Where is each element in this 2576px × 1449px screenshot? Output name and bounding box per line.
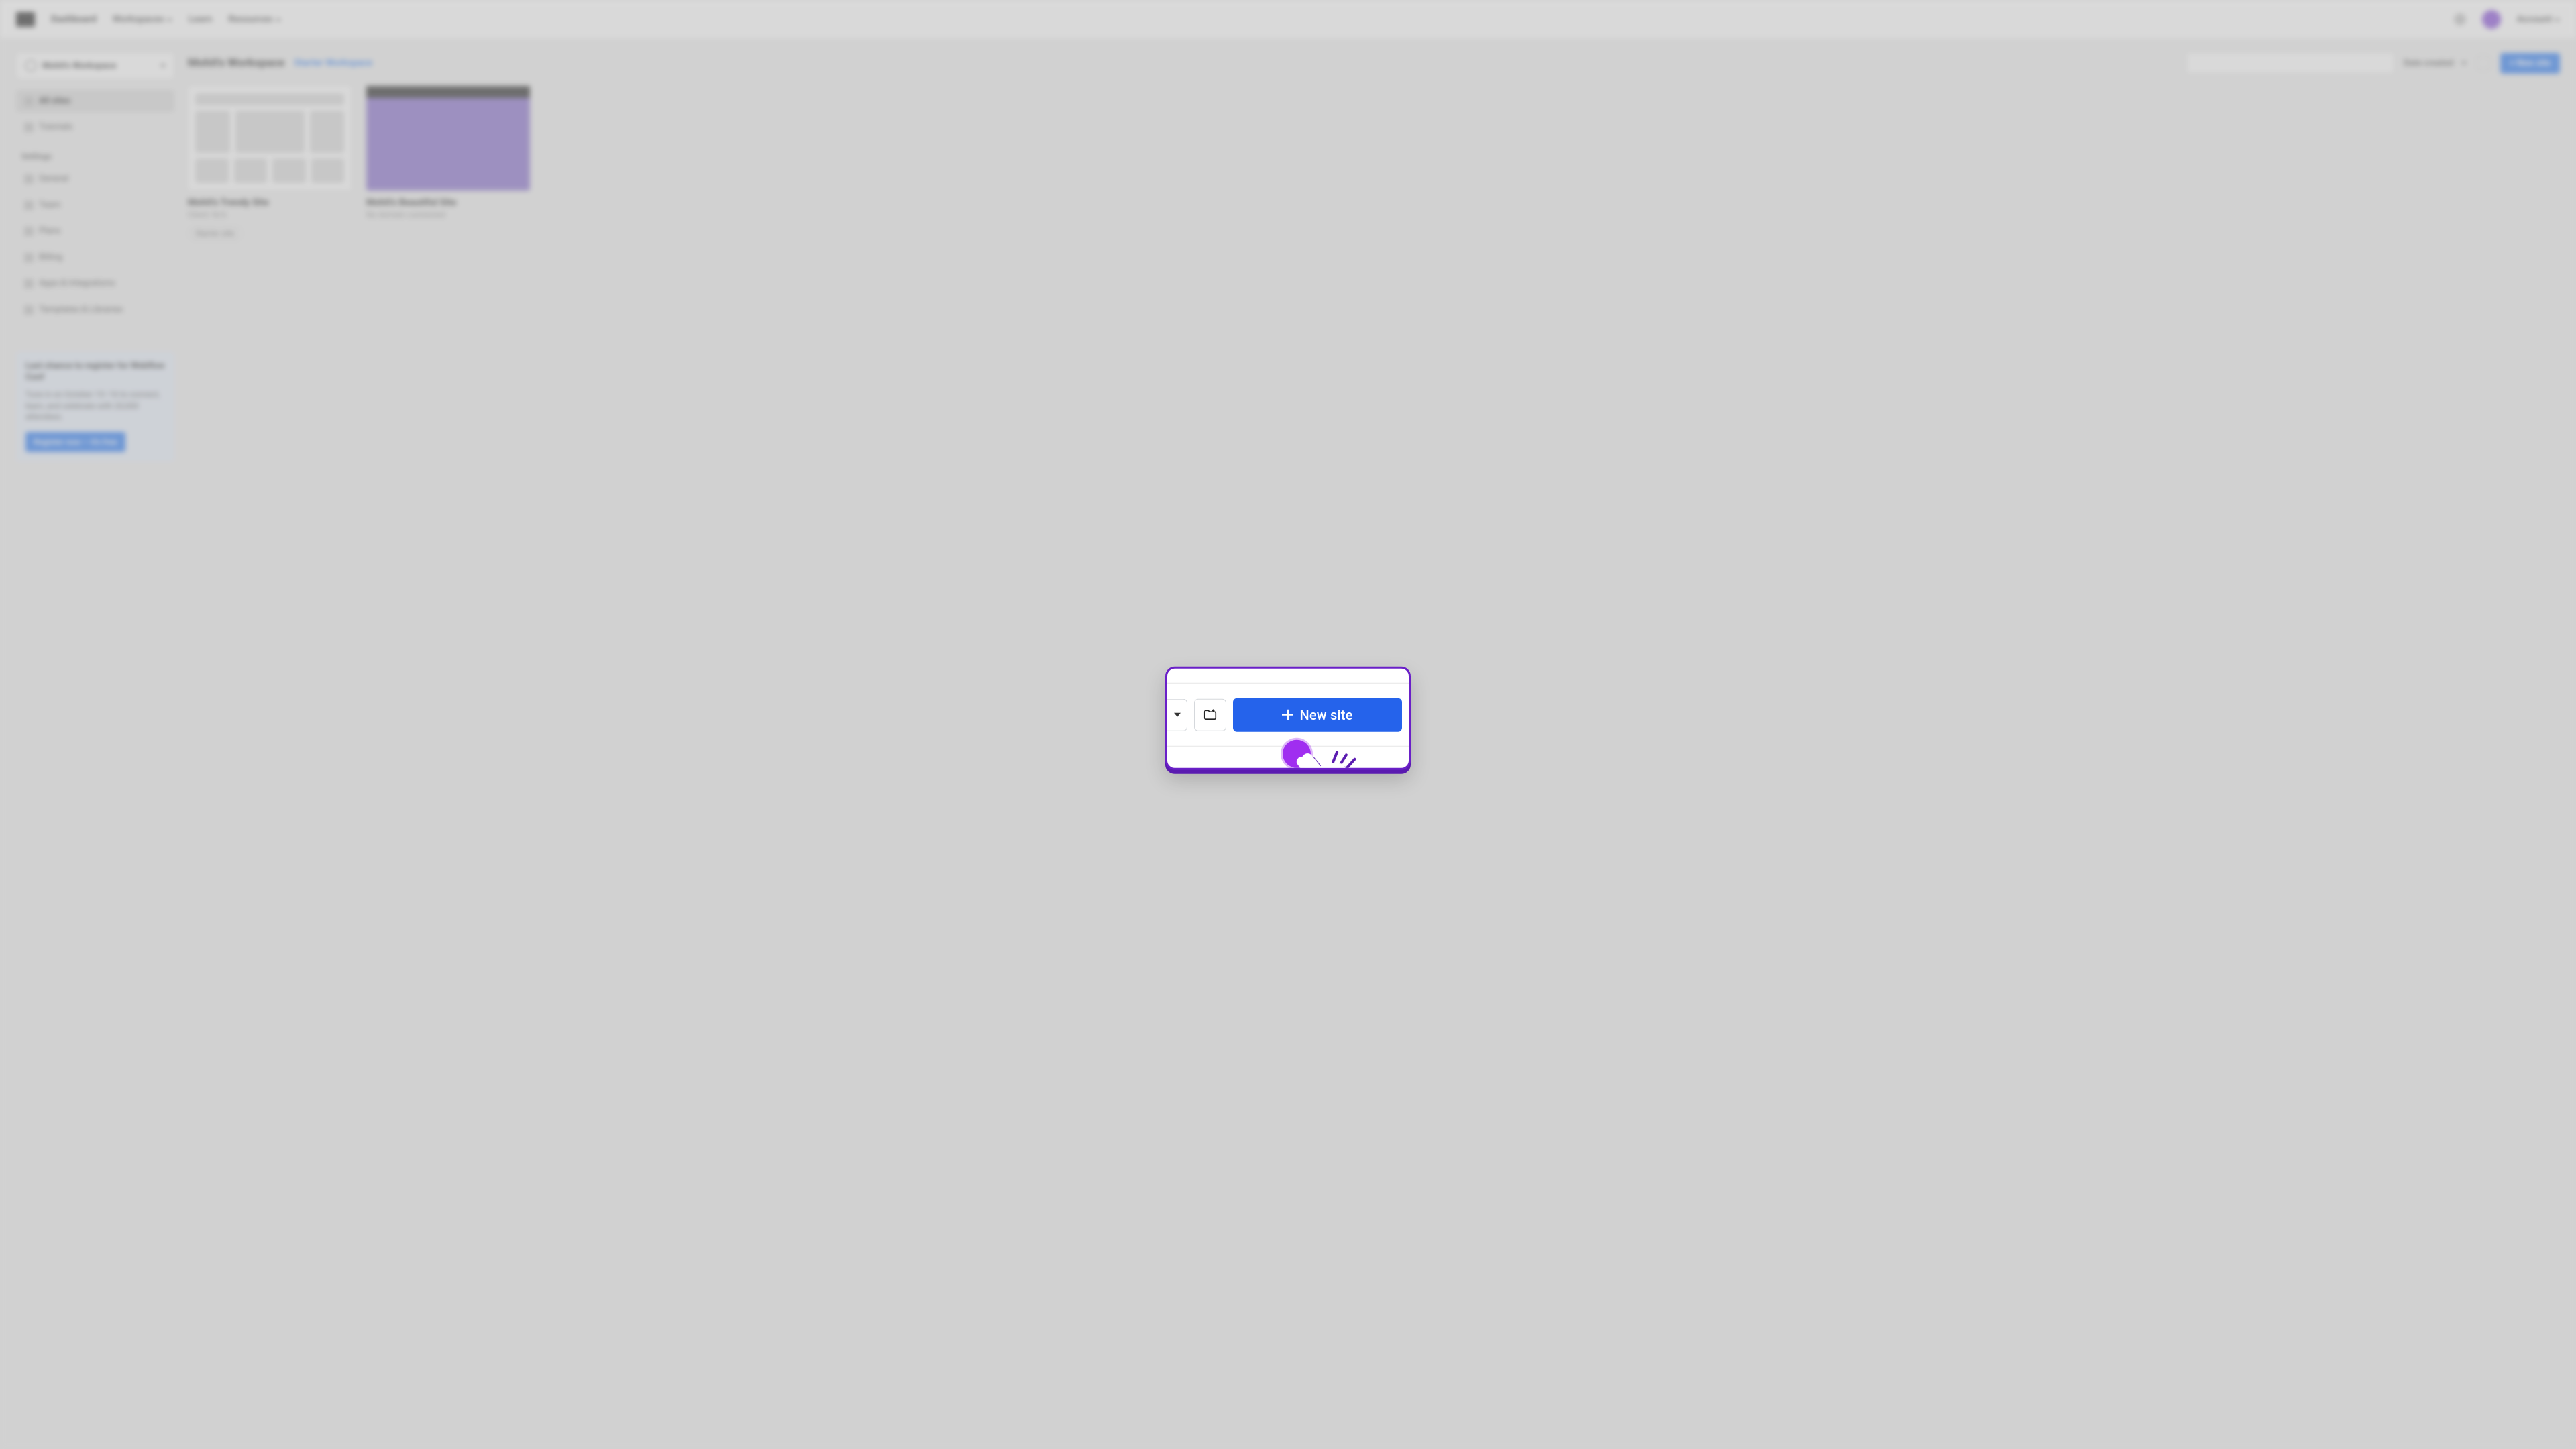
- new-site-label: New site: [1299, 706, 1352, 722]
- onboarding-tooltip: New site: [1165, 667, 1411, 770]
- top-navbar: Dashboard Workspaces Learn Resources Acc…: [0, 0, 2576, 39]
- sidebar-item-billing: Billing: [16, 246, 174, 268]
- nav-dashboard: Dashboard: [51, 14, 97, 25]
- webflow-logo-icon: [16, 12, 35, 27]
- site-card: Mohit's Beautiful Site No domain connect…: [366, 86, 530, 241]
- site-title: Mohit's Beautiful Site: [366, 197, 530, 208]
- sort-selector: Date created: [2404, 58, 2467, 68]
- nav-learn: Learn: [189, 14, 212, 25]
- workspace-selector: Mohit's Workspace: [16, 52, 174, 79]
- search-input: [2186, 52, 2394, 74]
- chevron-down-icon: [2461, 62, 2467, 65]
- puzzle-icon: [24, 279, 34, 288]
- gear-icon: [24, 174, 34, 184]
- site-subtitle: No domain connected: [366, 210, 530, 219]
- workspace-tier-link: Starter Workspace: [294, 58, 372, 68]
- new-folder-icon: [2476, 56, 2491, 70]
- sidebar-item-team: Team: [16, 194, 174, 216]
- promo-cta-button: Register now — it's free: [25, 432, 125, 452]
- main-content: Mohit's Workspace Starter Workspace Date…: [188, 52, 2560, 462]
- sidebar-item-all-sites: All sites: [16, 90, 174, 112]
- card-icon: [24, 227, 34, 236]
- sidebar-item-tutorials: Tutorials: [16, 116, 174, 138]
- new-site-button: + New site: [2500, 53, 2560, 74]
- sidebar-item-templates: Templates & Libraries: [16, 299, 174, 321]
- sidebar-settings-heading: Settings: [21, 152, 174, 161]
- plus-icon: [1282, 709, 1293, 720]
- promo-heading: Last chance to register for Webflow Conf: [25, 361, 165, 384]
- workspace-avatar-icon: [25, 60, 37, 72]
- chevron-down-icon: [2555, 19, 2560, 22]
- new-folder-icon: [1203, 707, 1218, 722]
- new-folder-button[interactable]: [1194, 698, 1226, 731]
- tooltip-panel: New site: [1165, 667, 1411, 770]
- page-title: Mohit's Workspace: [188, 56, 284, 70]
- bell-icon: [2454, 13, 2466, 25]
- sidebar-item-apps: Apps & Integrations: [16, 272, 174, 294]
- chevron-down-icon: [276, 19, 281, 22]
- sidebar: Mohit's Workspace All sites Tutorials Se…: [16, 52, 174, 462]
- sidebar-item-general: General: [16, 168, 174, 190]
- chevron-down-icon: [160, 64, 166, 68]
- grid-icon: [24, 97, 34, 106]
- nav-account: Account: [2517, 14, 2560, 25]
- site-card: Mohit's Trendy Site Client: N/A Starter …: [188, 86, 352, 241]
- workspace-name: Mohit's Workspace: [42, 61, 152, 71]
- chevron-down-icon: [1174, 712, 1181, 716]
- users-icon: [24, 201, 34, 210]
- nav-resources: Resources: [228, 14, 280, 25]
- site-thumbnail: [188, 86, 352, 191]
- layers-icon: [24, 305, 34, 315]
- site-title: Mohit's Trendy Site: [188, 197, 352, 208]
- site-thumbnail: [366, 86, 530, 191]
- site-subtitle: Client: N/A: [188, 210, 352, 219]
- promo-card: Last chance to register for Webflow Conf…: [16, 352, 174, 462]
- book-icon: [24, 123, 34, 132]
- sidebar-item-plans: Plans: [16, 220, 174, 242]
- nav-workspaces: Workspaces: [113, 14, 172, 25]
- promo-body: Tune in on October 15–16 to connect, lea…: [25, 389, 165, 423]
- avatar: [2482, 10, 2501, 29]
- site-plan-badge: Starter site: [188, 226, 242, 241]
- chevron-down-icon: [167, 19, 172, 22]
- receipt-icon: [24, 253, 34, 262]
- dropdown-toggle-button[interactable]: [1167, 698, 1187, 731]
- new-site-button[interactable]: New site: [1233, 698, 1402, 731]
